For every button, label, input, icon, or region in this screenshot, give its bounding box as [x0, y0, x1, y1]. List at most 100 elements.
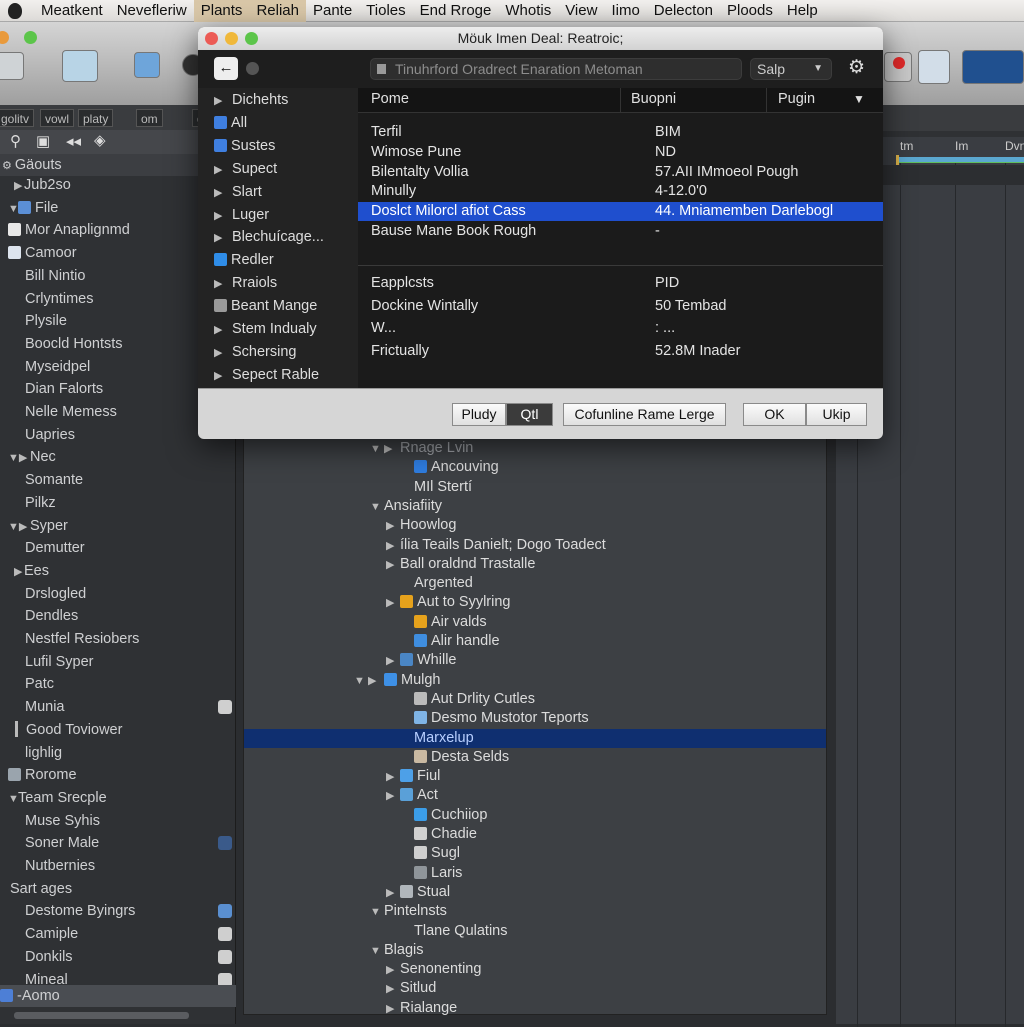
tree-item[interactable]: Aut Drlity Cutles — [244, 690, 826, 709]
table-row[interactable]: Wimose Pune ND — [358, 143, 883, 162]
sidebar-item[interactable]: Demutter — [0, 537, 236, 559]
menu-reliah[interactable]: Reliah — [249, 0, 306, 22]
sidebar-item[interactable]: Drslogled — [0, 583, 236, 605]
timeline-range-bar[interactable] — [898, 157, 1024, 163]
zoom-window-button[interactable] — [245, 32, 258, 45]
disclosure-triangle-icon[interactable]: ▼ — [370, 942, 384, 961]
filter-tab[interactable]: platy — [78, 109, 114, 127]
diamond-icon[interactable]: ◈ — [94, 131, 106, 149]
table-row-selected[interactable]: Doslct Milorcl afiot Cass 44. Mniamemben … — [358, 202, 883, 222]
disclosure-triangle-icon[interactable]: ▶ — [386, 787, 400, 806]
sidebar-item[interactable]: ▼▶ Nec — [0, 446, 236, 468]
tree-item[interactable]: Desmo Mustotor Teports — [244, 709, 826, 728]
sidebar-item[interactable]: Patc — [0, 673, 236, 695]
menu-pante[interactable]: Pante — [306, 0, 359, 22]
sidebar-item[interactable]: Dendles — [0, 605, 236, 627]
skip-button[interactable]: Ukip — [806, 403, 867, 426]
disclosure-triangle-icon[interactable]: ▶ — [386, 980, 400, 999]
menu-end-rroge[interactable]: End Rroge — [413, 0, 499, 22]
disclosure-triangle-icon[interactable]: ▶ — [214, 274, 232, 294]
filter-tab[interactable]: golitv — [0, 109, 35, 127]
dialog-sidebar-item[interactable]: Beant Mange — [214, 296, 317, 316]
disclosure-triangle-icon[interactable]: ▶ — [214, 91, 232, 111]
disclosure-triangle-icon[interactable]: ▼ — [8, 788, 19, 810]
dialog-sidebar-item[interactable]: All — [214, 113, 247, 133]
alert-icon[interactable] — [884, 52, 912, 82]
disclosure-triangle-icon[interactable]: ▶ — [214, 320, 232, 340]
disclosure-triangle-icon[interactable]: ▶ — [214, 183, 232, 203]
disclosure-triangle-icon[interactable]: ▶ — [386, 961, 400, 980]
disclosure-triangle-icon[interactable]: ▶ — [386, 1000, 400, 1019]
table-row[interactable]: Dockine Wintally 50 Tembad — [358, 297, 883, 316]
tree-item[interactable]: MIl Stertí — [244, 478, 826, 497]
box-icon[interactable]: ▣ — [36, 132, 50, 150]
menu-nevefleriw[interactable]: Nevefleriw — [110, 0, 194, 22]
dialog-sidebar-item[interactable]: ▶ Slart — [214, 182, 262, 202]
back-button[interactable]: ← — [214, 57, 238, 80]
disclosure-triangle-icon[interactable]: ▶ — [386, 652, 400, 671]
dialog-sidebar-item[interactable]: ▶ Rraiols — [214, 273, 277, 293]
filter-tab[interactable]: om — [136, 109, 163, 127]
menu-whotis[interactable]: Whotis — [498, 0, 558, 22]
list-view-icon[interactable] — [0, 52, 24, 80]
globe-icon[interactable] — [218, 836, 232, 851]
table-row[interactable]: Minully 4-12.0'0 — [358, 182, 883, 201]
tree-item[interactable]: ▶ Fiul — [244, 767, 826, 786]
apple-icon[interactable] — [8, 2, 22, 19]
search-input[interactable]: Tinuhrford Oradrect Enaration Metoman — [370, 58, 742, 80]
wifi-icon[interactable]: ⚲ — [10, 132, 21, 150]
scope-dropdown[interactable]: Salp ▼ — [750, 58, 832, 80]
music-icon[interactable] — [218, 700, 232, 715]
sidebar-item[interactable]: Nutbernies — [0, 855, 236, 877]
table-row[interactable]: Bilentalty Vollia 57.AII IMmoeol Pough — [358, 163, 883, 182]
tree-item[interactable]: ▶ Hoowlog — [244, 516, 826, 535]
sidebar-item[interactable]: ▼▶ Syper — [0, 515, 236, 537]
tree-item[interactable]: Alir handle — [244, 632, 826, 651]
button-pludy[interactable]: Pludy — [452, 403, 506, 426]
disclosure-triangle-icon[interactable]: ▶ — [386, 884, 400, 903]
gear-icon[interactable]: ⚙ — [848, 56, 865, 79]
sidebar-item[interactable]: ▶ Ees — [0, 560, 236, 582]
share-icon[interactable] — [962, 50, 1024, 84]
ok-button[interactable]: OK — [743, 403, 806, 426]
tree-item[interactable]: ▶ Stual — [244, 883, 826, 902]
dialog-sidebar-item[interactable]: Redler — [214, 250, 274, 270]
sidebar-item[interactable]: Munia — [0, 696, 236, 718]
table-row[interactable]: Terfil BIM — [358, 123, 883, 142]
dialog-sidebar-item[interactable]: ▶ Supect — [214, 159, 277, 179]
dialog-sidebar-item[interactable]: ▶ Blechuícage... — [214, 227, 324, 247]
sidebar-item[interactable]: ▼Team Srecple — [0, 787, 236, 809]
tree-item[interactable]: ▼ ▶ Rnage Lvin — [244, 439, 826, 458]
zoom-window-button[interactable] — [24, 31, 37, 44]
sidebar-item[interactable]: Sart ages — [0, 878, 236, 900]
tree-item[interactable]: Air valds — [244, 613, 826, 632]
disclosure-triangle-icon[interactable]: ▼ ▶ — [370, 440, 400, 459]
preview-icon[interactable] — [918, 50, 950, 84]
sidebar-item[interactable]: Nestfel Resiobers — [0, 628, 236, 650]
menu-plants[interactable]: Plants — [193, 0, 250, 22]
button-cofunline-rame-lerge[interactable]: Cofunline Rame Lerge — [563, 403, 726, 426]
tree-item[interactable]: ▶ Aut to Syylring — [244, 593, 826, 612]
tree-item[interactable]: ▼ Blagis — [244, 941, 826, 960]
tree-item[interactable]: ▶ Rialange — [244, 999, 826, 1018]
tree-item[interactable]: ▶ Ball oraldnd Trastalle — [244, 555, 826, 574]
image-icon[interactable] — [134, 52, 160, 78]
playhead-icon[interactable] — [896, 155, 899, 165]
disclosure-triangle-icon[interactable]: ▶ — [386, 537, 400, 556]
sidebar-item[interactable]: Destome Byingrs — [0, 900, 236, 922]
tree-item[interactable]: Tlane Qulatins — [244, 922, 826, 941]
dialog-sidebar-item[interactable]: ▶ Dichehts — [214, 90, 288, 110]
disclosure-triangle-icon[interactable]: ▶ — [214, 160, 232, 180]
menu-delecton[interactable]: Delecton — [647, 0, 720, 22]
table-row[interactable]: Bause Mane Book Rough - — [358, 222, 883, 241]
cloud-icon[interactable] — [62, 50, 98, 82]
tree-item[interactable]: Laris — [244, 864, 826, 883]
tree-item[interactable]: ▶ Senonenting — [244, 960, 826, 979]
close-window-button[interactable] — [205, 32, 218, 45]
tree-item[interactable]: Cuchiiop — [244, 806, 826, 825]
sidebar-item[interactable]: Soner Male — [0, 832, 236, 854]
tree-item[interactable]: Desta Selds — [244, 748, 826, 767]
disclosure-triangle-icon[interactable]: ▼ — [370, 903, 384, 922]
disclosure-triangle-icon[interactable]: ▶ — [214, 366, 232, 386]
menu-ploods[interactable]: Ploods — [720, 0, 780, 22]
